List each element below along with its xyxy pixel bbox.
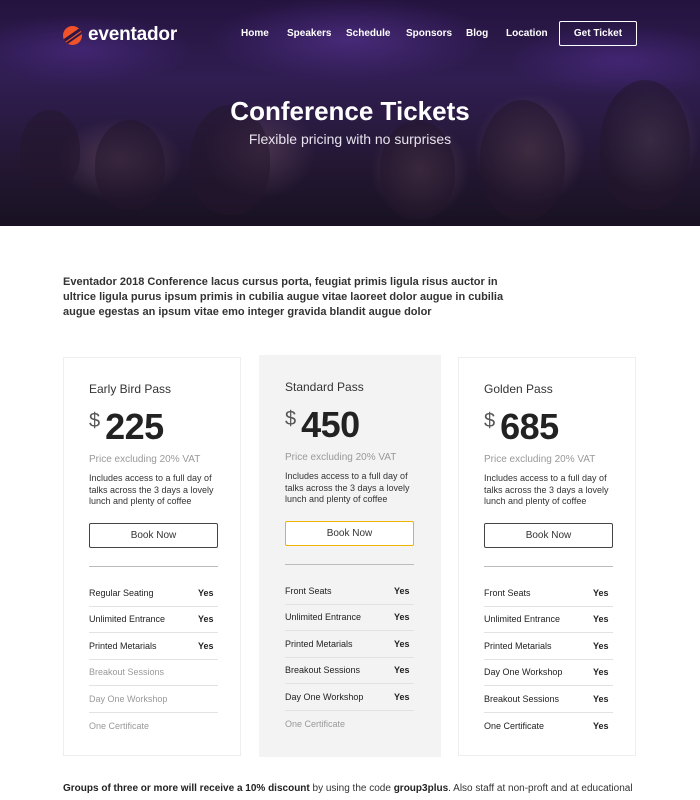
feature-label: Front Seats: [484, 587, 531, 598]
plan-description: Includes access to a full day of talks a…: [484, 473, 609, 506]
plan-price: $ 225: [89, 406, 164, 448]
feature-label: Breakout Sessions: [89, 667, 165, 678]
feature-label: One Certificate: [285, 718, 346, 729]
feature-value: Yes: [198, 614, 214, 625]
discount-lead: Groups of three or more will receive a 1…: [63, 783, 310, 794]
feature-label: Printed Metarials: [285, 638, 353, 649]
page-subtitle: Flexible pricing with no surprises: [248, 131, 452, 147]
feature-row: Front Seats Yes: [484, 580, 613, 607]
feature-row: Day One Workshop: [89, 686, 218, 713]
feature-row: Unlimited Entrance Yes: [285, 605, 414, 631]
feature-row: Regular Seating Yes: [89, 580, 218, 607]
nav-item-speakers[interactable]: Speakers: [287, 28, 331, 39]
currency-symbol: $: [285, 408, 297, 430]
feature-row: Unlimited Entrance Yes: [89, 607, 218, 633]
feature-label: Unlimited Entrance: [484, 614, 561, 625]
feature-row: Day One Workshop Yes: [285, 684, 414, 711]
feature-value: Yes: [394, 638, 410, 649]
feature-label: Breakout Sessions: [285, 665, 361, 676]
feature-label: Front Seats: [285, 585, 332, 596]
divider: [285, 564, 414, 565]
feature-value: Yes: [593, 693, 609, 704]
feature-value: Yes: [394, 612, 410, 623]
divider: [484, 566, 613, 567]
feature-row: Day One Workshop Yes: [484, 660, 613, 686]
plan-price: $ 450: [285, 404, 360, 446]
feature-row: Breakout Sessions Yes: [484, 686, 613, 713]
feature-row: Unlimited Entrance Yes: [484, 607, 613, 633]
feature-value: Yes: [593, 720, 609, 731]
feature-label: Printed Metarials: [484, 640, 552, 651]
feature-value: Yes: [198, 640, 214, 651]
nav-item-location[interactable]: Location: [506, 28, 548, 39]
feature-label: Unlimited Entrance: [285, 612, 362, 623]
feature-value: Yes: [394, 665, 410, 676]
feature-label: Day One Workshop: [285, 691, 364, 702]
currency-symbol: $: [89, 410, 101, 432]
feature-value: Yes: [593, 614, 609, 625]
feature-label: Printed Metarials: [89, 640, 157, 651]
group-discount-note: Groups of three or more will receive a 1…: [63, 783, 643, 794]
pricing-card-golden: Golden Pass $ 685 Price excluding 20% VA…: [458, 357, 636, 756]
plan-name: Early Bird Pass: [89, 382, 172, 396]
page-title: Conference Tickets: [230, 96, 470, 126]
price-amount: 685: [500, 406, 559, 447]
feature-label: One Certificate: [89, 720, 150, 731]
feature-label: Unlimited Entrance: [89, 614, 166, 625]
nav-item-home[interactable]: Home: [241, 28, 269, 39]
feature-row: One Certificate: [285, 711, 414, 738]
feature-value: Yes: [593, 667, 609, 678]
book-now-button[interactable]: Book Now: [484, 523, 613, 548]
feature-row: Printed Metarials Yes: [285, 631, 414, 658]
feature-row: Printed Metarials Yes: [89, 633, 218, 660]
feature-label: Day One Workshop: [89, 693, 168, 704]
discount-middle: by using the code: [309, 783, 394, 794]
feature-label: Breakout Sessions: [484, 693, 560, 704]
plan-name: Golden Pass: [484, 382, 553, 396]
divider: [89, 566, 218, 567]
price-amount: 450: [301, 404, 360, 445]
logo-text: eventador: [88, 24, 178, 45]
discount-code: group3plus: [393, 783, 449, 794]
get-ticket-button[interactable]: Get Ticket: [559, 21, 637, 46]
feature-row: Front Seats Yes: [285, 578, 414, 605]
nav-item-sponsors[interactable]: Sponsors: [406, 28, 452, 39]
book-now-button[interactable]: Book Now: [285, 521, 414, 546]
plan-name: Standard Pass: [285, 380, 364, 394]
plan-description: Includes access to a full day of talks a…: [89, 473, 214, 506]
feature-row: Breakout Sessions Yes: [285, 658, 414, 684]
feature-row: One Certificate Yes: [484, 713, 613, 740]
feature-value: Yes: [394, 691, 410, 702]
plan-description: Includes access to a full day of talks a…: [285, 471, 410, 504]
feature-row: One Certificate: [89, 713, 218, 740]
vat-note: Price excluding 20% VAT: [484, 454, 596, 465]
feature-value: Yes: [198, 587, 214, 598]
feature-label: Regular Seating: [89, 587, 154, 598]
nav-item-schedule[interactable]: Schedule: [346, 28, 390, 39]
feature-value: Yes: [593, 640, 609, 651]
feature-label: Day One Workshop: [484, 667, 563, 678]
vat-note: Price excluding 20% VAT: [285, 452, 397, 463]
feature-value: Yes: [593, 587, 609, 598]
pricing-card-standard: Standard Pass $ 450 Price excluding 20% …: [259, 355, 441, 757]
logo[interactable]: eventador: [63, 24, 177, 46]
nav-item-blog[interactable]: Blog: [466, 28, 488, 39]
plan-price: $ 685: [484, 406, 559, 448]
feature-value: Yes: [394, 585, 410, 596]
feature-row: Printed Metarials Yes: [484, 633, 613, 660]
feature-list: Front Seats Yes Unlimited Entrance Yes Pri…: [285, 578, 414, 737]
book-now-button[interactable]: Book Now: [89, 523, 218, 548]
feature-label: One Certificate: [484, 720, 545, 731]
price-amount: 225: [105, 406, 164, 447]
feature-row: Breakout Sessions: [89, 660, 218, 686]
discount-tail: . Also staff at non-proft and at educati…: [448, 783, 633, 794]
feature-list: Front Seats Yes Unlimited Entrance Yes Pri…: [484, 580, 613, 739]
logo-icon: [63, 25, 82, 45]
vat-note: Price excluding 20% VAT: [89, 454, 201, 465]
pricing-card-early-bird: Early Bird Pass $ 225 Price excluding 20…: [63, 357, 241, 756]
intro-text: Eventador 2018 Conference lacus cursus p…: [63, 276, 504, 318]
currency-symbol: $: [484, 410, 496, 432]
feature-list: Regular Seating Yes Unlimited Entrance Yes…: [89, 580, 218, 739]
hero-banner: eventador Home Speakers Schedule Sponsor…: [0, 0, 700, 226]
